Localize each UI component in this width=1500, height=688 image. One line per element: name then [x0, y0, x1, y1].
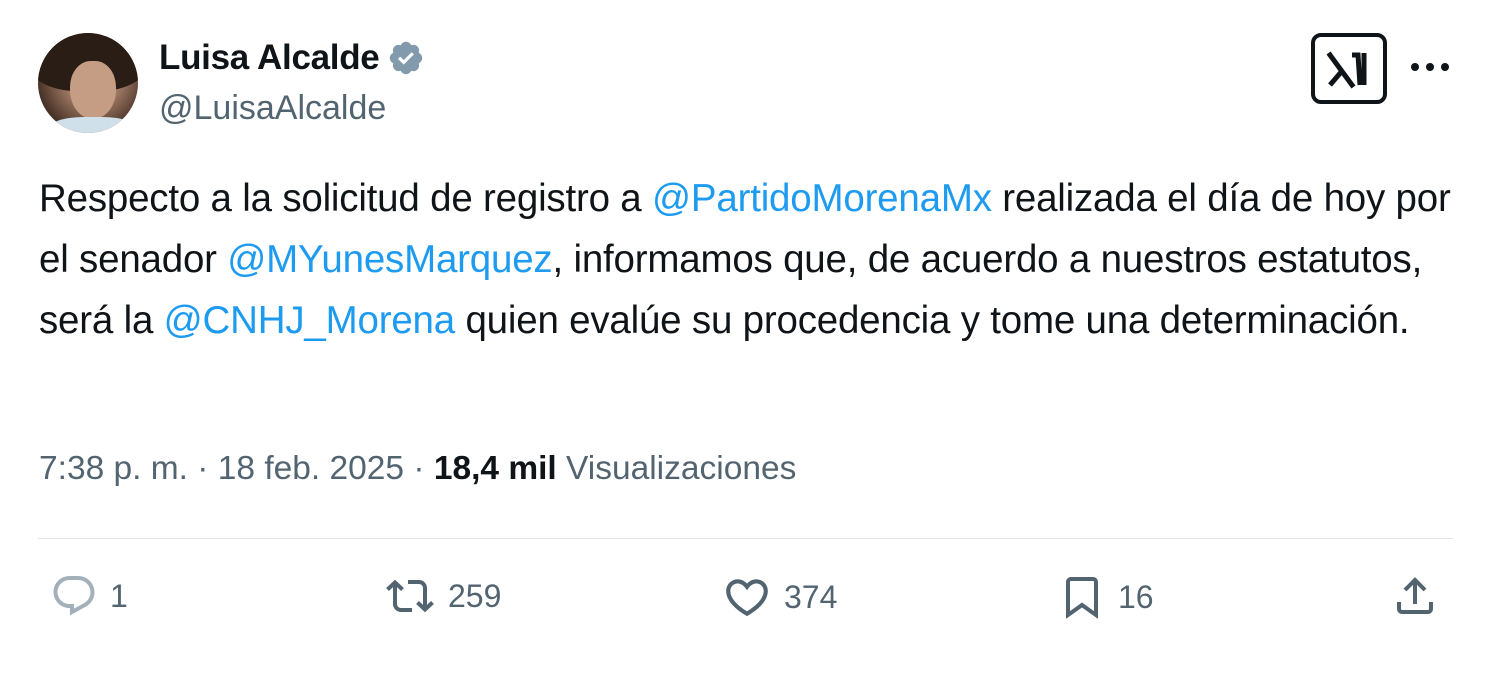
repost-icon [386, 579, 434, 613]
views-count: 18,4 mil [433, 450, 557, 487]
author-handle[interactable]: @LuisaAlcalde [159, 89, 386, 128]
bookmark-count: 16 [1118, 578, 1154, 615]
repost-button[interactable]: 259 [384, 572, 501, 620]
tweet-text: Respecto a la solicitud de registro a @P… [39, 168, 1469, 351]
divider [38, 538, 1453, 539]
verified-badge-icon [387, 39, 425, 77]
more-button[interactable] [1408, 52, 1452, 82]
like-count: 374 [784, 578, 838, 615]
tweet-meta: 7:38 p. m. · 18 feb. 2025 · 18,4 mil Vis… [39, 450, 796, 488]
mention-link[interactable]: @MYunesMarquez [227, 238, 552, 281]
heart-icon [726, 579, 768, 617]
author-name-row: Luisa Alcalde [159, 38, 425, 78]
meta-separator: · [413, 450, 425, 487]
bookmark-button[interactable]: 16 [1058, 572, 1154, 622]
mention-link[interactable]: @PartidoMorenaMx [652, 177, 992, 220]
tweet-time[interactable]: 7:38 p. m. [39, 450, 188, 487]
avatar[interactable] [38, 33, 138, 133]
tweet-text-segment: Respecto a la solicitud de registro a [39, 177, 653, 220]
bookmark-icon [1066, 577, 1098, 619]
reply-icon [53, 576, 95, 616]
repost-count: 259 [448, 577, 502, 614]
more-icon [1411, 63, 1449, 71]
grok-button[interactable] [1311, 33, 1387, 104]
reply-button[interactable]: 1 [50, 572, 128, 620]
mention-link[interactable]: @CNHJ_Morena [164, 299, 455, 342]
author-display-name[interactable]: Luisa Alcalde [159, 38, 380, 78]
tweet-date[interactable]: 18 feb. 2025 [218, 450, 404, 487]
reply-count: 1 [110, 577, 128, 614]
tweet-card: Luisa Alcalde @LuisaAlcalde Respecto a l… [0, 0, 1500, 688]
grok-icon [1326, 51, 1367, 88]
meta-separator: · [197, 450, 209, 487]
share-button[interactable] [1391, 572, 1439, 620]
tweet-text-segment: quien evalúe su procedencia y tome una d… [454, 299, 1410, 342]
share-icon [1397, 577, 1433, 614]
views-label: Visualizaciones [566, 450, 797, 487]
like-button[interactable]: 374 [722, 572, 837, 622]
